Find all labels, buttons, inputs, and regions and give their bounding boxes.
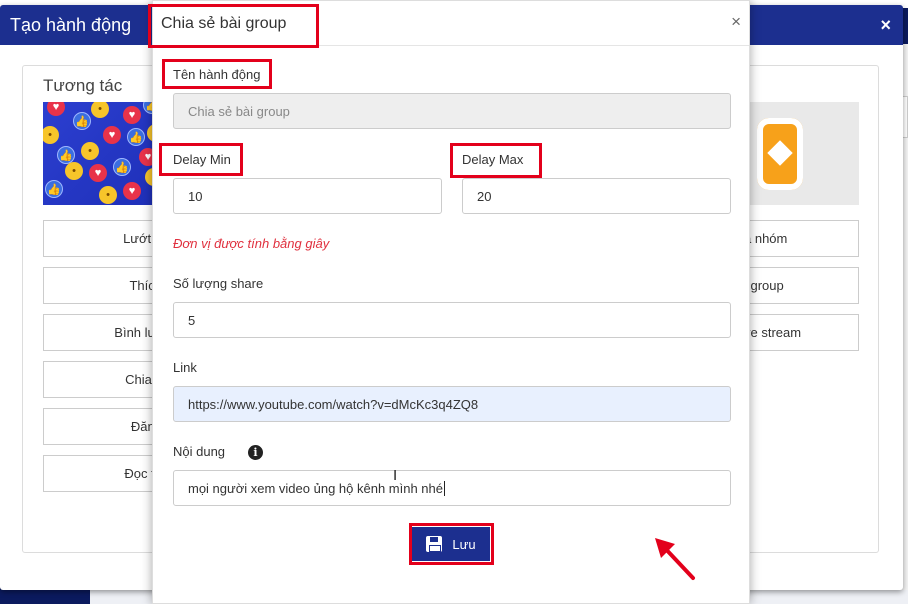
link-field[interactable]: https://www.youtube.com/watch?v=dMcKc3q4…	[173, 386, 731, 422]
like-icon: 👍	[73, 112, 91, 130]
close-icon[interactable]: ×	[880, 15, 891, 36]
emoji-icon: •	[99, 186, 117, 204]
action-button-label: ve stream	[744, 325, 802, 340]
unit-hint: Đơn vị được tính bằng giây	[173, 236, 330, 251]
heart-icon: ♥	[47, 102, 65, 116]
emoji-icon: •	[91, 102, 109, 118]
app-image	[743, 102, 859, 205]
share-group-post-modal: Chia sẻ bài group × Tên hành động Chia s…	[148, 0, 750, 604]
delay-max-highlight-box	[450, 143, 542, 178]
content-label: Nội dung	[173, 444, 226, 459]
heart-icon: ♥	[123, 106, 141, 124]
delay-min-field[interactable]: 10	[173, 178, 442, 214]
share-count-field[interactable]: 5	[173, 302, 731, 338]
text-caret	[444, 480, 445, 496]
action-button-post[interactable]: Đăng	[43, 408, 163, 445]
action-button-group[interactable]: i group	[743, 267, 859, 304]
save-highlight-box	[409, 523, 494, 565]
action-button-label: a nhóm	[744, 231, 788, 246]
create-action-title: Tạo hành động	[10, 14, 132, 35]
content-field[interactable]: mọi người xem video ủng hộ kênh mình nhé	[173, 470, 731, 506]
action-button-comment[interactable]: Bình luậ	[43, 314, 163, 351]
app-logo-icon	[757, 118, 803, 190]
heart-icon: ♥	[103, 126, 121, 144]
like-icon: 👍	[113, 158, 131, 176]
info-icon[interactable]: i	[248, 445, 263, 460]
reactions-image: ♥ 👍 • ♥ 👍 • ♥ 👍 • 👍 • ♥ • ♥ 👍 • 👍 • ♥	[43, 102, 163, 205]
emoji-icon: •	[81, 142, 99, 160]
background-sidebar	[0, 590, 90, 604]
delay-max-field[interactable]: 20	[462, 178, 731, 214]
action-button-live-stream[interactable]: ve stream	[743, 314, 859, 351]
action-button-browse[interactable]: Lướt n	[43, 220, 163, 257]
title-highlight-box	[148, 4, 319, 48]
action-name-highlight-box	[162, 59, 272, 89]
share-count-label: Số lượng share	[173, 276, 264, 291]
delay-min-highlight-box	[159, 143, 243, 176]
content-text: mọi người xem video ủng hộ kênh mình nhé	[188, 480, 443, 496]
action-button-share[interactable]: Chia s	[43, 361, 163, 398]
action-name-field: Chia sẻ bài group	[173, 93, 731, 129]
action-button-join-group[interactable]: a nhóm	[743, 220, 859, 257]
pointer-arrow-icon	[655, 538, 695, 580]
heart-icon: ♥	[123, 182, 141, 200]
interaction-column-title: Tương tác	[43, 76, 123, 95]
like-icon: 👍	[127, 128, 145, 146]
emoji-icon: •	[65, 162, 83, 180]
action-button-like[interactable]: Thích	[43, 267, 163, 304]
like-icon: 👍	[45, 180, 63, 198]
action-button-read[interactable]: Đọc th	[43, 455, 163, 492]
emoji-icon: •	[43, 126, 59, 144]
link-label: Link	[173, 360, 197, 375]
text-cursor-icon: I	[393, 467, 398, 484]
close-icon[interactable]: ×	[731, 12, 741, 32]
heart-icon: ♥	[89, 164, 107, 182]
